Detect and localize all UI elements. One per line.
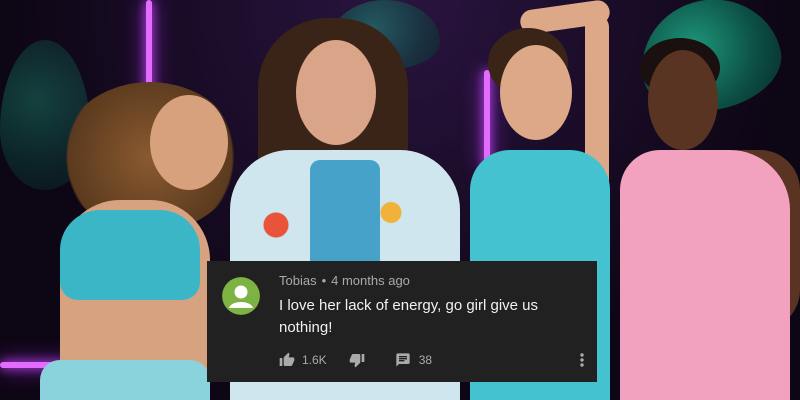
- reply-count: 38: [418, 353, 433, 367]
- comment-author[interactable]: Tobias: [279, 273, 317, 288]
- comment-text: I love her lack of energy, go girl give …: [279, 297, 539, 336]
- default-user-avatar-icon[interactable]: [222, 277, 260, 315]
- comment-card: Tobias • 4 months ago I love her lack of e…: [207, 261, 597, 382]
- like-count: 1.6K: [302, 353, 327, 367]
- meta-separator: •: [321, 273, 327, 288]
- more-vertical-icon[interactable]: [576, 350, 588, 370]
- video-frame: Tobias • 4 months ago I love her lack of e…: [0, 0, 800, 400]
- comment-actions: 1.6K 38: [279, 350, 432, 370]
- comment-meta: Tobias • 4 months ago: [279, 273, 410, 288]
- comment-time[interactable]: 4 months ago: [331, 273, 410, 288]
- thumbs-up-icon[interactable]: [279, 352, 295, 368]
- comment-icon[interactable]: [395, 352, 411, 368]
- thumbs-down-icon[interactable]: [349, 352, 365, 368]
